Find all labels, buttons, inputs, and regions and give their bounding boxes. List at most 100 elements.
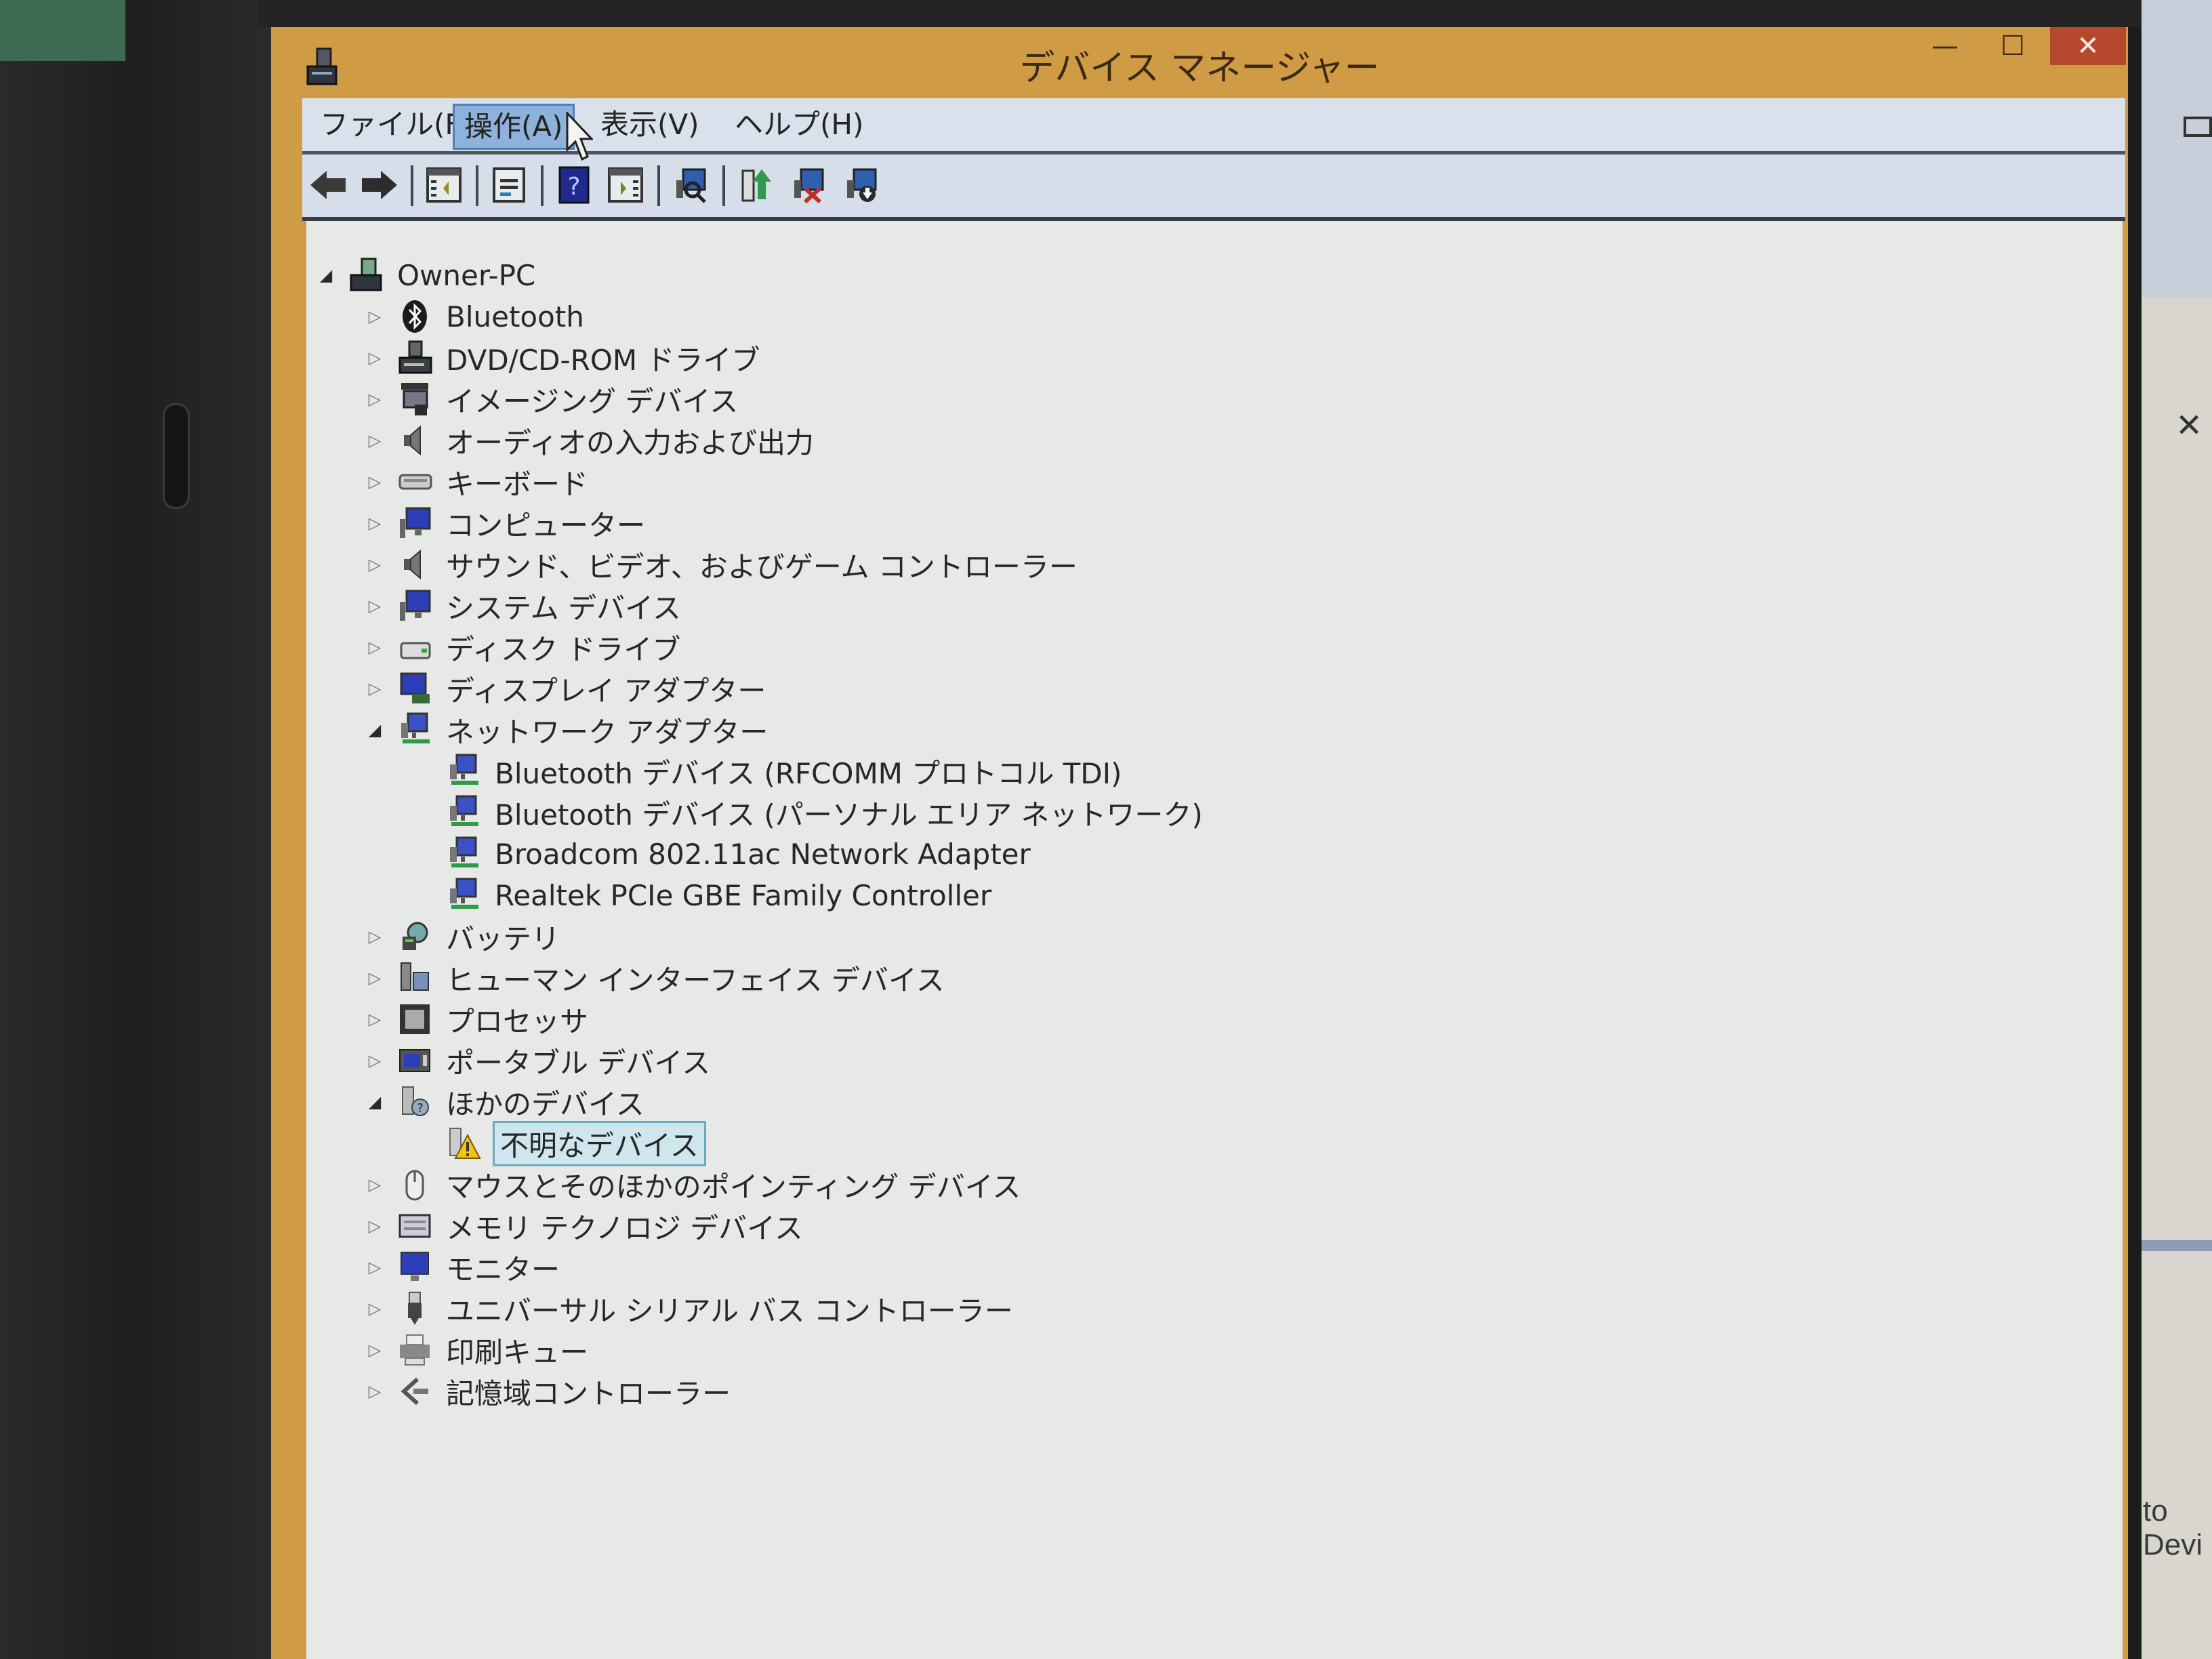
expand-arrow-icon[interactable]: ▷ bbox=[365, 554, 385, 575]
speaker-icon bbox=[397, 547, 432, 582]
tree-category[interactable]: ◢ ネットワーク アダプター bbox=[365, 711, 768, 749]
tree-item-label: プロセッサ bbox=[446, 1004, 589, 1038]
close-button[interactable]: ✕ bbox=[2050, 27, 2126, 65]
expand-arrow-icon[interactable]: ▷ bbox=[365, 637, 385, 657]
disable-device-button[interactable] bbox=[842, 165, 881, 205]
collapse-arrow-icon[interactable]: ◢ bbox=[365, 1092, 385, 1112]
expand-arrow-icon[interactable]: ▷ bbox=[365, 1174, 385, 1195]
storage-controller-icon bbox=[397, 1374, 432, 1409]
help-button[interactable]: ? bbox=[554, 165, 594, 205]
back-button[interactable] bbox=[309, 165, 348, 205]
expand-arrow-icon[interactable]: ▷ bbox=[365, 1009, 385, 1029]
forward-button[interactable] bbox=[359, 165, 398, 205]
computer-root-icon bbox=[348, 258, 384, 293]
tree-item-label: コンピューター bbox=[446, 508, 646, 542]
expand-arrow-icon[interactable]: ▷ bbox=[365, 1216, 385, 1236]
tree-item-label: Bluetooth デバイス (RFCOMM プロトコル TDI) bbox=[495, 756, 1122, 790]
expand-arrow-icon[interactable]: ▷ bbox=[365, 1257, 385, 1277]
tree-category[interactable]: ▷ キーボード bbox=[365, 463, 588, 501]
tree-device[interactable]: Bluetooth デバイス (パーソナル エリア ネットワーク) bbox=[413, 794, 1203, 832]
tree-category[interactable]: ▷ マウスとそのほかのポインティング デバイス bbox=[365, 1166, 1021, 1204]
background-window-close-icon[interactable]: ✕ bbox=[2175, 407, 2203, 445]
tree-category[interactable]: ▷ バッテリ bbox=[365, 918, 560, 956]
tree-category[interactable]: ▷ プロセッサ bbox=[365, 1000, 588, 1038]
expand-arrow-icon[interactable]: ▷ bbox=[365, 1298, 385, 1319]
system-device-icon bbox=[397, 588, 432, 623]
tree-category[interactable]: ▷ システム デバイス bbox=[365, 587, 681, 625]
tree-category[interactable]: ▷ ユニバーサル シリアル バス コントローラー bbox=[365, 1290, 1013, 1328]
tree-item-label: キーボード bbox=[446, 467, 589, 501]
tree-device[interactable]: 不明なデバイス bbox=[413, 1120, 706, 1166]
tree-category[interactable]: ▷ ディスプレイ アダプター bbox=[365, 670, 766, 708]
printer-icon bbox=[397, 1332, 432, 1368]
tree-item-label: ディスプレイ アダプター bbox=[446, 674, 766, 708]
menu-help[interactable]: ヘルプ(H) bbox=[725, 104, 873, 146]
tree-category[interactable]: ▷ モニター bbox=[365, 1248, 560, 1286]
update-driver-button[interactable] bbox=[736, 165, 775, 205]
tree-category[interactable]: ▷ 記憶域コントローラー bbox=[365, 1372, 731, 1410]
expand-arrow-icon[interactable]: ▷ bbox=[365, 513, 385, 533]
tree-device[interactable]: Bluetooth デバイス (RFCOMM プロトコル TDI) bbox=[413, 752, 1122, 790]
scan-hardware-changes-icon bbox=[676, 168, 706, 203]
background-window-text: to Devi bbox=[2143, 1494, 2203, 1561]
show-hide-tree-button[interactable] bbox=[424, 165, 464, 205]
keyboard-icon bbox=[397, 464, 432, 499]
expand-arrow-icon[interactable]: ▷ bbox=[365, 472, 385, 492]
tree-category[interactable]: ▷ コンピューター bbox=[365, 504, 645, 542]
tree-category[interactable]: ◢? ほかのデバイス bbox=[365, 1083, 644, 1121]
expand-arrow-icon[interactable]: ▷ bbox=[365, 1340, 385, 1360]
background-window[interactable]: ✕ to Devi bbox=[2142, 0, 2212, 1659]
maximize-button[interactable]: ☐ bbox=[1979, 27, 2047, 65]
tree-root[interactable]: ◢ Owner-PC bbox=[316, 256, 535, 294]
tree-item-label: ネットワーク アダプター bbox=[446, 715, 769, 749]
expand-arrow-icon[interactable]: ▷ bbox=[365, 926, 385, 947]
mouse-icon bbox=[397, 1167, 432, 1202]
title-bar[interactable]: デバイス マネージャー — ☐ ✕ bbox=[271, 27, 2128, 95]
tree-category[interactable]: ▷ ディスク ドライブ bbox=[365, 628, 681, 666]
tree-category[interactable]: ▷ ヒューマン インターフェイス デバイス bbox=[365, 959, 945, 997]
tree-category[interactable]: ▷ メモリ テクノロジ デバイス bbox=[365, 1207, 803, 1245]
monitor-bezel-top bbox=[258, 0, 2212, 27]
collapse-arrow-icon[interactable]: ◢ bbox=[316, 265, 336, 285]
expand-arrow-icon[interactable]: ▷ bbox=[365, 596, 385, 616]
background-window-maximize-icon[interactable] bbox=[2184, 117, 2212, 137]
expand-arrow-icon[interactable]: ▷ bbox=[365, 348, 385, 368]
tree-category[interactable]: ▷ サウンド、ビデオ、およびゲーム コントローラー bbox=[365, 546, 1078, 583]
show-hide-action-pane-icon bbox=[608, 167, 643, 203]
tree-category[interactable]: ▷ オーディオの入力および出力 bbox=[365, 422, 814, 459]
tree-device[interactable]: Broadcom 802.11ac Network Adapter bbox=[413, 835, 1031, 873]
expand-arrow-icon[interactable]: ▷ bbox=[365, 678, 385, 699]
tree-item-label: Bluetooth デバイス (パーソナル エリア ネットワーク) bbox=[495, 798, 1203, 832]
unknown-device-warning-icon bbox=[446, 1126, 481, 1161]
show-hide-action-pane-button[interactable] bbox=[606, 165, 645, 205]
collapse-arrow-icon[interactable]: ◢ bbox=[365, 720, 385, 740]
properties-button[interactable] bbox=[489, 165, 529, 205]
scan-hardware-button[interactable] bbox=[671, 165, 710, 205]
tree-category[interactable]: ▷ ポータブル デバイス bbox=[365, 1042, 710, 1080]
disable-device-icon bbox=[847, 168, 877, 202]
expand-arrow-icon[interactable]: ▷ bbox=[365, 430, 385, 451]
processor-icon bbox=[397, 1002, 432, 1037]
menu-action[interactable]: 操作(A) bbox=[453, 104, 575, 150]
tree-item-label: 記憶域コントローラー bbox=[446, 1376, 731, 1410]
uninstall-device-button[interactable] bbox=[789, 165, 828, 205]
minimize-button[interactable]: — bbox=[1911, 27, 1979, 65]
tree-item-label: ポータブル デバイス bbox=[446, 1046, 711, 1080]
tree-item-label: Bluetooth bbox=[446, 300, 584, 333]
menu-view[interactable]: 表示(V) bbox=[591, 104, 709, 146]
tree-category[interactable]: ▷ イメージング デバイス bbox=[365, 380, 738, 418]
tree-category[interactable]: ▷ 印刷キュー bbox=[365, 1331, 588, 1369]
tree-category[interactable]: ▷ Bluetooth bbox=[365, 298, 584, 335]
tree-item-label: オーディオの入力および出力 bbox=[446, 426, 815, 459]
expand-arrow-icon[interactable]: ▷ bbox=[365, 1381, 385, 1401]
disk-drive-icon bbox=[397, 630, 432, 665]
expand-arrow-icon[interactable]: ▷ bbox=[365, 306, 385, 327]
expand-arrow-icon[interactable]: ▷ bbox=[365, 389, 385, 409]
tree-category[interactable]: ▷ DVD/CD-ROM ドライブ bbox=[365, 339, 760, 377]
expand-arrow-icon[interactable]: ▷ bbox=[365, 968, 385, 988]
tree-device[interactable]: Realtek PCIe GBE Family Controller bbox=[413, 876, 991, 914]
imaging-device-icon bbox=[397, 382, 432, 417]
expand-arrow-icon[interactable]: ▷ bbox=[365, 1050, 385, 1071]
help-icon: ? bbox=[558, 166, 590, 204]
